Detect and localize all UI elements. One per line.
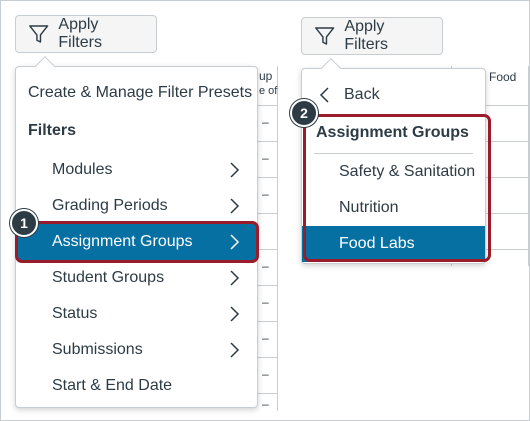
filters-heading: Filters bbox=[16, 113, 257, 149]
grade-cell: – bbox=[262, 367, 269, 381]
grade-cell: – bbox=[262, 331, 269, 345]
callout-number: 1 bbox=[20, 215, 28, 231]
menu-caret bbox=[321, 58, 341, 78]
apply-filters-button[interactable]: Apply Filters bbox=[15, 15, 157, 53]
menu-item-modules[interactable]: Modules bbox=[16, 152, 257, 188]
menu-item-label: Student Groups bbox=[52, 269, 165, 286]
callout-badge-1: 1 bbox=[10, 209, 38, 237]
chevron-right-icon bbox=[230, 306, 240, 322]
menu-caret bbox=[35, 56, 55, 76]
grade-cell: – bbox=[262, 259, 269, 273]
callout-number: 2 bbox=[300, 105, 308, 121]
menu-item-student-groups[interactable]: Student Groups bbox=[16, 260, 257, 296]
apply-filters-label: Apply Filters bbox=[344, 18, 388, 53]
back-button[interactable]: Back bbox=[302, 77, 485, 113]
grade-cell: – bbox=[262, 187, 269, 201]
funnel-icon bbox=[29, 25, 49, 43]
menu-item-label: Start & End Date bbox=[52, 377, 173, 394]
grid-header-text: Food bbox=[489, 70, 517, 84]
chevron-right-icon bbox=[230, 270, 240, 286]
grid-header-text: up bbox=[259, 69, 273, 83]
grade-cell: – bbox=[262, 295, 269, 309]
menu-item-grading-periods[interactable]: Grading Periods bbox=[16, 188, 257, 224]
chevron-right-icon bbox=[230, 162, 240, 178]
menu-item-label: Submissions bbox=[52, 341, 143, 358]
menu-item-label: Status bbox=[52, 305, 98, 322]
menu-item-submissions[interactable]: Submissions bbox=[16, 332, 257, 368]
callout-highlight-2 bbox=[303, 114, 491, 262]
chevron-left-icon bbox=[319, 87, 329, 103]
apply-filters-label: Apply Filters bbox=[58, 16, 102, 51]
menu-item-start-end-date[interactable]: Start & End Date bbox=[16, 368, 257, 404]
filters-heading-label: Filters bbox=[28, 122, 77, 139]
grade-cell: – bbox=[262, 151, 269, 165]
grade-cell: – bbox=[262, 115, 269, 129]
chevron-right-icon bbox=[230, 342, 240, 358]
create-manage-presets-item[interactable]: Create & Manage Filter Presets bbox=[16, 75, 257, 111]
callout-highlight-1 bbox=[15, 221, 259, 263]
chevron-right-icon bbox=[230, 198, 240, 214]
grade-cell: – bbox=[262, 397, 269, 411]
back-label: Back bbox=[344, 86, 380, 103]
presets-label: Create & Manage Filter Presets bbox=[28, 84, 253, 101]
menu-item-status[interactable]: Status bbox=[16, 296, 257, 332]
apply-filters-button[interactable]: Apply Filters bbox=[301, 17, 443, 55]
grid-header-text: e of bbox=[259, 85, 278, 97]
menu-item-label: Grading Periods bbox=[52, 197, 168, 214]
screenshot-frame: up e of – – – – – – – – Apply Filters Cr… bbox=[0, 0, 530, 421]
funnel-icon bbox=[315, 27, 335, 45]
callout-badge-2: 2 bbox=[290, 99, 318, 127]
menu-item-label: Modules bbox=[52, 161, 113, 178]
